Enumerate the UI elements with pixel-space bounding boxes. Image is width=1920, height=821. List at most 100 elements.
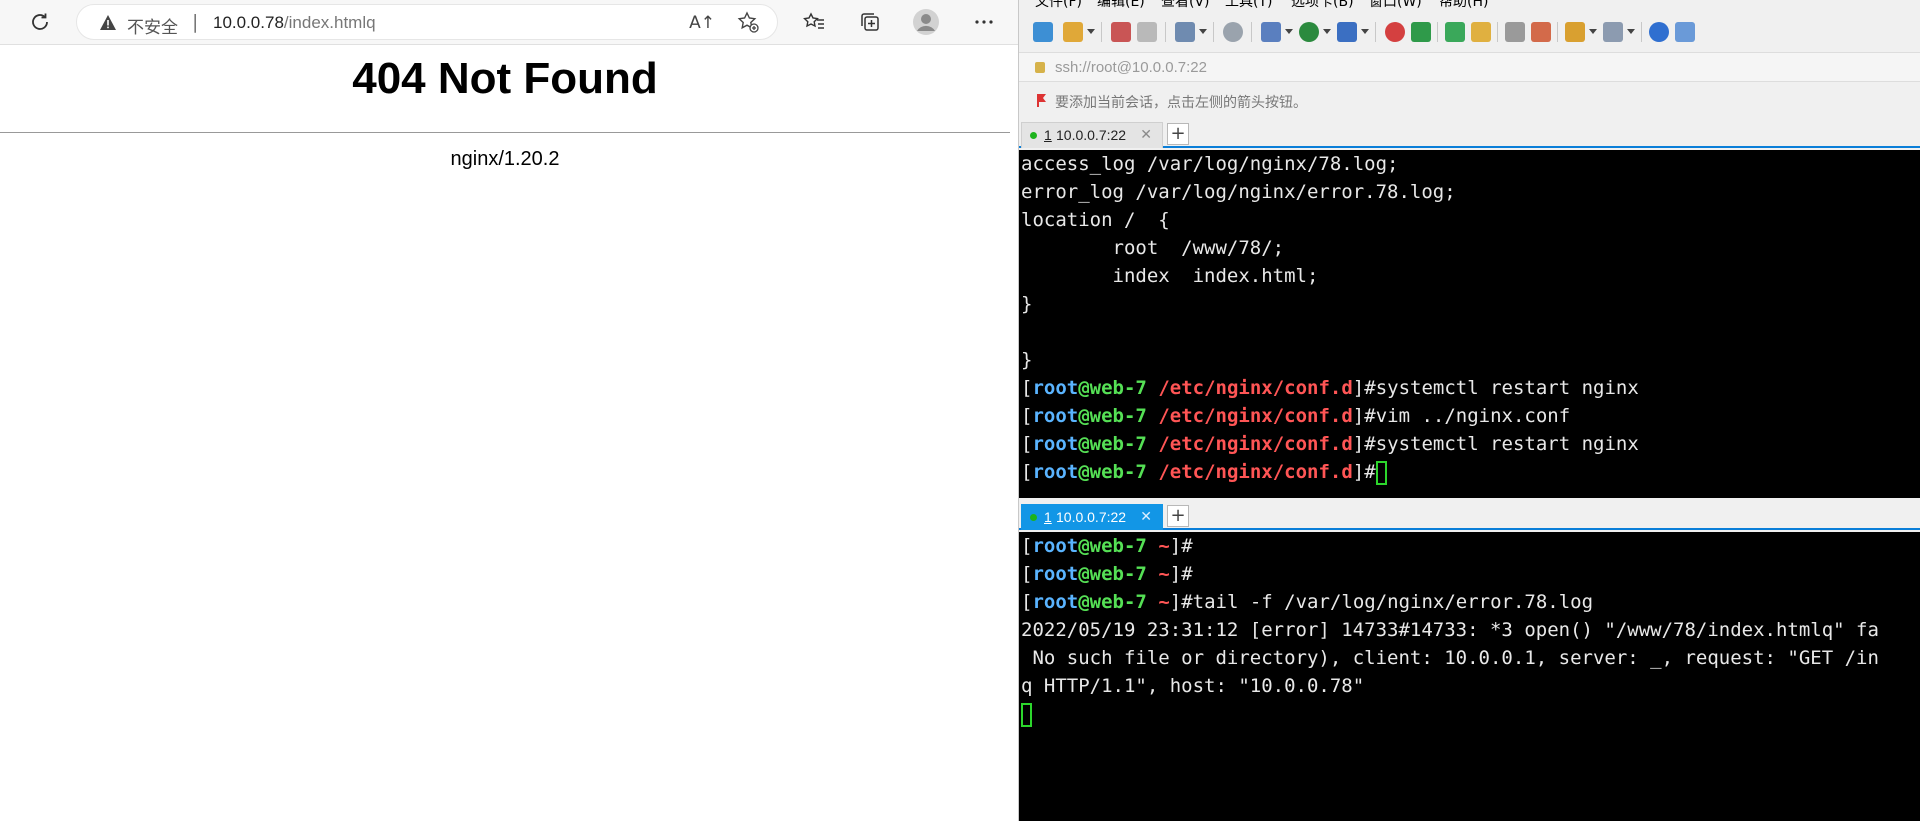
close-tab-icon[interactable]: ✕ (1140, 126, 1152, 143)
toolbar-divider (1165, 22, 1166, 42)
xftp-icon[interactable] (1385, 22, 1405, 42)
bookmark-flag-icon[interactable] (1035, 93, 1049, 107)
prompt-line: [root@web-7 ~]# (1021, 563, 1193, 585)
close-tab-icon[interactable]: ✕ (1140, 508, 1152, 525)
menu-tools[interactable]: 工具(T) (1225, 0, 1272, 11)
terminal-line: index index.html; (1021, 265, 1319, 287)
tab-label: 10.0.0.7:22 (1056, 509, 1127, 525)
terminal-cursor (1021, 702, 1032, 727)
session-tab[interactable]: 1 10.0.0.7:22 ✕ (1021, 122, 1163, 148)
add-tab-button[interactable]: + (1167, 505, 1189, 527)
session-hint-bar: 要添加当前会话，点击左侧的箭头按钮。 (1019, 86, 1920, 116)
menu-window[interactable]: 窗口(W) (1369, 0, 1422, 11)
xshell-window: 文件(F) 编辑(E) 查看(V) 工具(T) 选项卡(B) 窗口(W) 帮助(… (1018, 0, 1920, 821)
url-host: 10.0.0.78 (213, 13, 284, 32)
tab-number: 1 (1044, 509, 1052, 525)
add-folder-icon[interactable] (1565, 22, 1585, 42)
refresh-icon[interactable] (24, 6, 56, 38)
chat-icon[interactable] (1675, 22, 1695, 42)
lock-icon[interactable] (1471, 22, 1491, 42)
menu-tabs[interactable]: 选项卡(B) (1291, 0, 1354, 11)
connected-indicator-icon (1030, 514, 1037, 521)
tab-number: 1 (1044, 127, 1052, 143)
toolbar-divider (1213, 22, 1214, 42)
toolbar-divider (1437, 22, 1438, 42)
cursor-line (1019, 700, 1920, 728)
properties-dropdown-icon[interactable] (1199, 29, 1207, 34)
insecure-label[interactable]: 不安全 (127, 13, 178, 38)
collections-icon[interactable] (854, 6, 886, 38)
browser-toolbar: 不安全 | 10.0.0.78/index.htmlq A↑ (0, 0, 1018, 45)
server-signature: nginx/1.20.2 (450, 148, 560, 170)
pane1-tab-bar: 1 10.0.0.7:22 ✕ + (1019, 120, 1920, 148)
prompt-line: [root@web-7 /etc/nginx/conf.d]#systemctl… (1021, 433, 1639, 455)
toolbar-divider (1557, 22, 1558, 42)
terminal-line: access_log /var/log/nginx/78.log; (1021, 153, 1399, 175)
font-dropdown-icon[interactable] (1361, 29, 1369, 34)
page-divider (0, 132, 1010, 133)
find-icon[interactable] (1223, 22, 1243, 42)
menu-edit[interactable]: 编辑(E) (1097, 0, 1145, 11)
font-icon[interactable] (1337, 22, 1357, 42)
prompt-line: [root@web-7 /etc/nginx/conf.d]#systemctl… (1021, 377, 1639, 399)
new-session-icon[interactable] (1033, 22, 1053, 42)
read-aloud-icon[interactable]: A↑ (689, 13, 715, 33)
reconnect-icon[interactable] (1137, 22, 1157, 42)
url-text[interactable]: 10.0.0.78/index.htmlq (213, 13, 376, 33)
xshell-toolbar (1019, 18, 1920, 48)
profile-avatar-icon[interactable] (910, 6, 942, 38)
favorites-icon[interactable] (798, 6, 830, 38)
terminal-line: 2022/05/19 23:31:12 [error] 14733#14733:… (1021, 619, 1879, 641)
terminal-line: location / { (1021, 209, 1170, 231)
terminal-cursor (1375, 460, 1387, 485)
session-address-text[interactable]: ssh://root@10.0.0.7:22 (1055, 59, 1207, 76)
add-tab-button[interactable]: + (1167, 123, 1189, 145)
menu-bar: 文件(F) 编辑(E) 查看(V) 工具(T) 选项卡(B) 窗口(W) 帮助(… (1019, 0, 1920, 11)
help-icon[interactable] (1649, 22, 1669, 42)
lock-icon (1035, 62, 1045, 73)
terminal-line: error_log /var/log/nginx/error.78.log; (1021, 181, 1456, 203)
prompt-line: [root@web-7 /etc/nginx/conf.d]#vim ../ng… (1021, 405, 1571, 427)
disconnect-icon[interactable] (1111, 22, 1131, 42)
session-address-bar[interactable]: ssh://root@10.0.0.7:22 (1019, 52, 1920, 82)
menu-file[interactable]: 文件(F) (1035, 0, 1082, 11)
script-icon[interactable] (1531, 22, 1551, 42)
layout-dropdown-icon[interactable] (1285, 29, 1293, 34)
browser-window: 不安全 | 10.0.0.78/index.htmlq A↑ 404 Not F… (0, 0, 1018, 821)
address-separator: | (192, 11, 199, 33)
add-favorite-icon[interactable] (737, 11, 759, 38)
more-menu-icon[interactable] (968, 6, 1000, 38)
window-layout-dropdown-icon[interactable] (1627, 29, 1635, 34)
prompt-line: [root@web-7 ~]# (1021, 535, 1193, 557)
layout-icon[interactable] (1261, 22, 1281, 42)
session-hint-text: 要添加当前会话，点击左侧的箭头按钮。 (1055, 95, 1307, 111)
toolbar-divider (1251, 22, 1252, 42)
terminal-pane-1[interactable]: access_log /var/log/nginx/78.log; error_… (1019, 150, 1920, 498)
terminal-line: q HTTP/1.1", host: "10.0.0.78" (1021, 675, 1365, 697)
properties-icon[interactable] (1175, 22, 1195, 42)
connected-indicator-icon (1030, 132, 1037, 139)
terminal-pane-2[interactable]: [root@web-7 ~]# [root@web-7 ~]# [root@we… (1019, 532, 1920, 821)
window-layout-icon[interactable] (1603, 22, 1623, 42)
terminal-line: } (1021, 349, 1033, 371)
menu-help[interactable]: 帮助(H) (1439, 0, 1488, 11)
open-folder-icon[interactable] (1063, 22, 1083, 42)
address-bar[interactable]: 不安全 | 10.0.0.78/index.htmlq A↑ (76, 4, 778, 40)
add-folder-dropdown-icon[interactable] (1589, 29, 1597, 34)
toolbar-divider (1101, 22, 1102, 42)
warning-icon[interactable] (99, 14, 117, 32)
encoding-dropdown-icon[interactable] (1323, 29, 1331, 34)
toolbar-divider (1641, 22, 1642, 42)
open-dropdown-icon[interactable] (1087, 29, 1095, 34)
pane2-tab-bar: 1 10.0.0.7:22 ✕ + (1019, 502, 1920, 530)
keyboard-icon[interactable] (1505, 22, 1525, 42)
menu-view[interactable]: 查看(V) (1161, 0, 1210, 11)
session-tab-active[interactable]: 1 10.0.0.7:22 ✕ (1021, 504, 1163, 530)
toolbar-divider (1375, 22, 1376, 42)
terminal-line: No such file or directory), client: 10.0… (1021, 647, 1879, 669)
xagent-icon[interactable] (1411, 22, 1431, 42)
encoding-globe-icon[interactable] (1299, 22, 1319, 42)
fullscreen-icon[interactable] (1445, 22, 1465, 42)
terminal-line: } (1021, 293, 1033, 315)
